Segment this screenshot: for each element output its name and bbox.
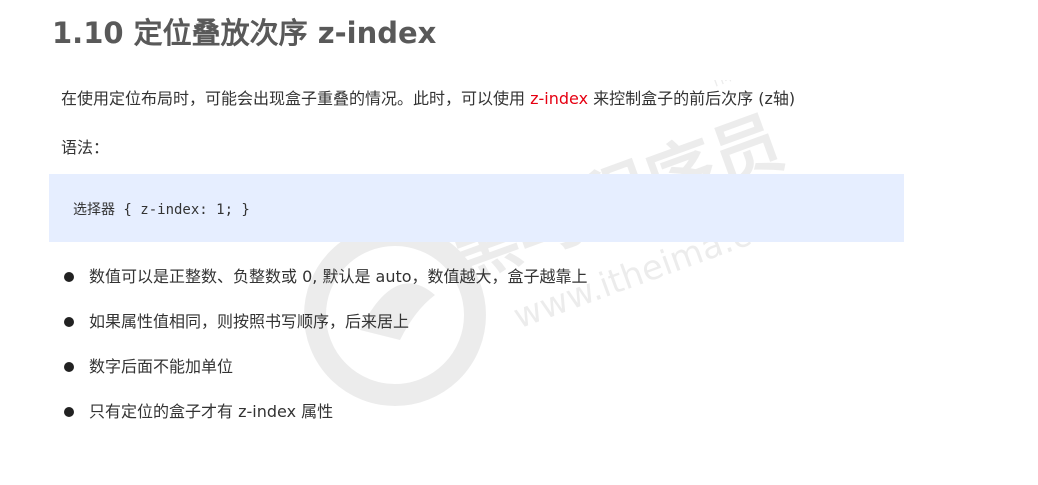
intro-text-before: 在使用定位布局时，可能会出现盒子重叠的情况。此时，可以使用	[61, 89, 531, 108]
list-item-text: 数字后面不能加单位	[89, 357, 234, 376]
bullet-dot-icon	[64, 362, 74, 372]
page-title: 1.10 定位叠放次序 z-index	[52, 16, 437, 50]
intro-paragraph: 在使用定位布局时，可能会出现盒子重叠的情况。此时，可以使用 z-index 来控…	[61, 85, 795, 109]
list-item-text: 数值可以是正整数、负整数或 0, 默认是 auto，数值越大，盒子越靠上	[89, 267, 588, 286]
list-item-text: 只有定位的盒子才有 z-index 属性	[89, 402, 334, 421]
intro-highlight-zindex: z-index	[530, 89, 589, 108]
bullet-dot-icon	[64, 317, 74, 327]
code-block: 选择器 { z-index: 1; }	[49, 174, 904, 242]
watermark: 黑马程序员 TM www.itheima.com	[304, 80, 807, 406]
bullet-dot-icon	[64, 407, 74, 417]
code-text: 选择器 { z-index: 1; }	[73, 202, 250, 218]
syntax-label: 语法：	[61, 138, 110, 157]
intro-text-after: 来控制盒子的前后次序 (z轴)	[588, 89, 796, 108]
bullet-dot-icon	[64, 272, 74, 282]
list-item-text: 如果属性值相同，则按照书写顺序，后来居上	[89, 312, 410, 331]
